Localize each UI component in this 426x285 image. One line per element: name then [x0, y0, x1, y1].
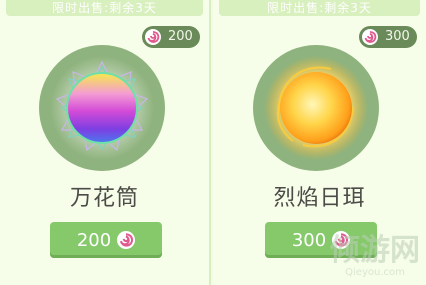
- candy-icon: [145, 29, 161, 45]
- badge-price-text: 300: [385, 29, 410, 44]
- watermark-url: Qieyou.com: [345, 267, 405, 278]
- buy-button[interactable]: 200: [50, 222, 162, 258]
- buy-price-text: 200: [76, 229, 112, 251]
- buy-price-text: 300: [291, 229, 327, 251]
- solar-prominence-image: [264, 56, 368, 160]
- shop-item-card-kaleidoscope: 限时出售:剩余3天 200 万花筒 200: [0, 0, 211, 285]
- limited-sale-banner: 限时出售:剩余3天: [219, 0, 420, 16]
- candy-icon: [362, 29, 378, 45]
- kaleidoscope-image: [50, 56, 154, 160]
- watermark: 倾游网 Qieyou.com: [330, 235, 420, 279]
- item-name: 万花筒: [69, 186, 139, 211]
- item-preview-ring: [253, 45, 379, 171]
- item-preview-ring: [39, 45, 165, 171]
- watermark-title: 倾游网: [330, 233, 420, 268]
- limited-sale-banner: 限时出售:剩余3天: [6, 0, 203, 16]
- candy-icon: [117, 231, 136, 249]
- item-name: 烈焰日珥: [273, 186, 366, 211]
- badge-price-text: 200: [168, 29, 193, 44]
